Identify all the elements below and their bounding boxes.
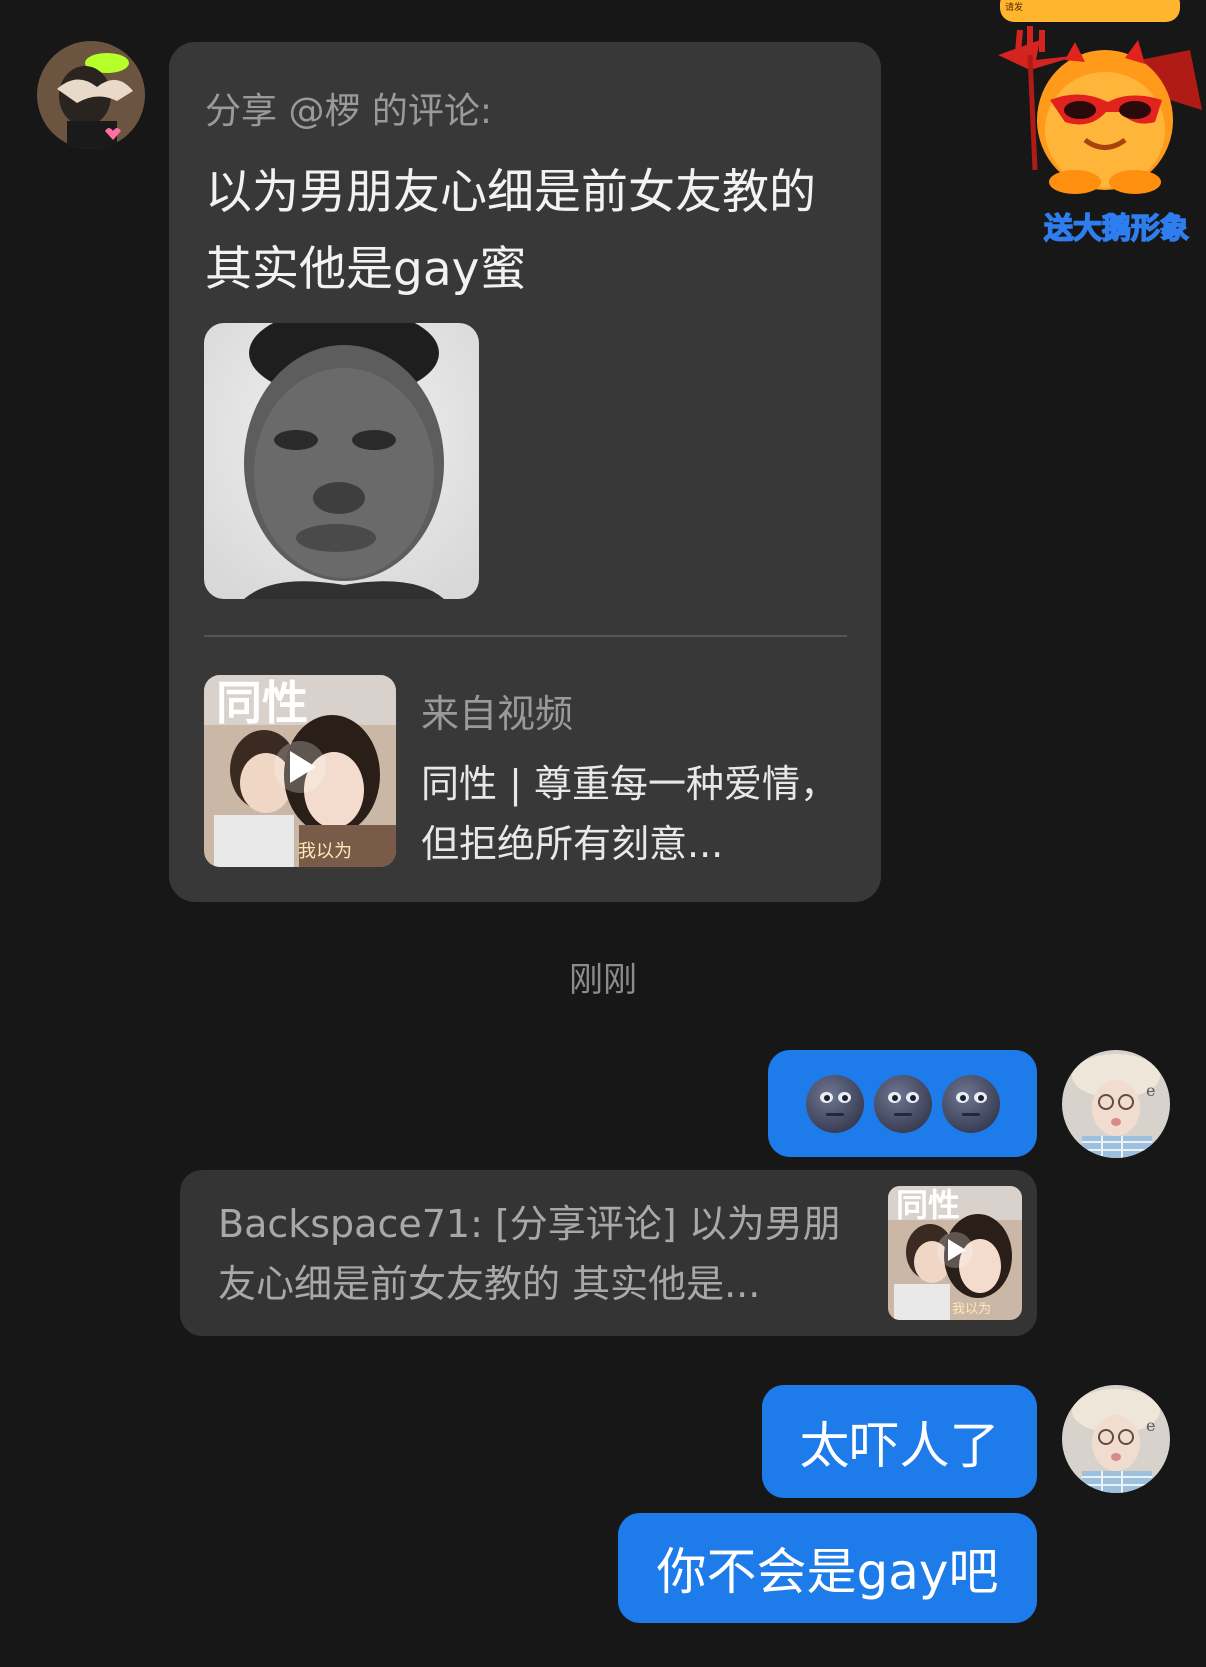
- sender-avatar[interactable]: [37, 41, 145, 149]
- quoted-text: Backspace71: [分享评论] 以为男朋友心细是前女友教的 其实他是..…: [218, 1202, 841, 1306]
- shared-comment-card[interactable]: 分享 @椤 的评论: 以为男朋友心细是前女友教的 其实他是gay蜜 同性 我以为…: [169, 42, 881, 902]
- share-comment-text: 以为男朋友心细是前女友教的 其实他是gay蜜: [205, 165, 816, 297]
- emoji-message-bubble[interactable]: [768, 1050, 1037, 1157]
- quote-thumb-heading: 同性: [896, 1186, 960, 1224]
- message-timestamp: 刚刚: [569, 960, 637, 1000]
- text-message-bubble[interactable]: 太吓人了: [762, 1385, 1037, 1498]
- new-moon-face-icon: [873, 1074, 932, 1133]
- quoted-reply-card[interactable]: Backspace71: [分享评论] 以为男朋友心细是前女友教的 其实他是..…: [180, 1170, 1037, 1336]
- promo-top-text: 请发: [1005, 3, 1024, 13]
- chat-screen: 分享 @椤 的评论: 以为男朋友心细是前女友教的 其实他是gay蜜 同性 我以为…: [0, 0, 1206, 1667]
- my-avatar[interactable]: e: [1062, 1050, 1170, 1158]
- thumb-heading: 同性: [216, 676, 308, 730]
- video-thumbnail[interactable]: 同性 我以为: [204, 675, 396, 867]
- text-message-bubble[interactable]: 你不会是gay吧: [618, 1513, 1037, 1623]
- video-title: 同性 | 尊重每一种爱情，但拒绝所有刻意...: [421, 762, 838, 866]
- penguin-avatar-promo[interactable]: 请发 送大鹅形象: [990, 0, 1206, 250]
- share-header: 分享 @椤 的评论:: [205, 91, 493, 132]
- my-avatar[interactable]: e: [1062, 1385, 1170, 1493]
- new-moon-face-icon: [805, 1074, 864, 1133]
- video-source-label: 来自视频: [421, 692, 574, 736]
- comment-image[interactable]: [204, 323, 479, 599]
- quoted-video-thumbnail[interactable]: 同性 我以为: [888, 1186, 1022, 1320]
- promo-label: 送大鹅形象: [1043, 210, 1190, 246]
- svg-text:e: e: [1146, 1081, 1155, 1100]
- svg-text:e: e: [1146, 1416, 1155, 1435]
- quote-thumb-caption: 我以为: [952, 1302, 991, 1317]
- new-moon-face-icon: [941, 1074, 1000, 1133]
- thumb-caption: 我以为: [298, 841, 352, 862]
- card-divider: [204, 635, 847, 637]
